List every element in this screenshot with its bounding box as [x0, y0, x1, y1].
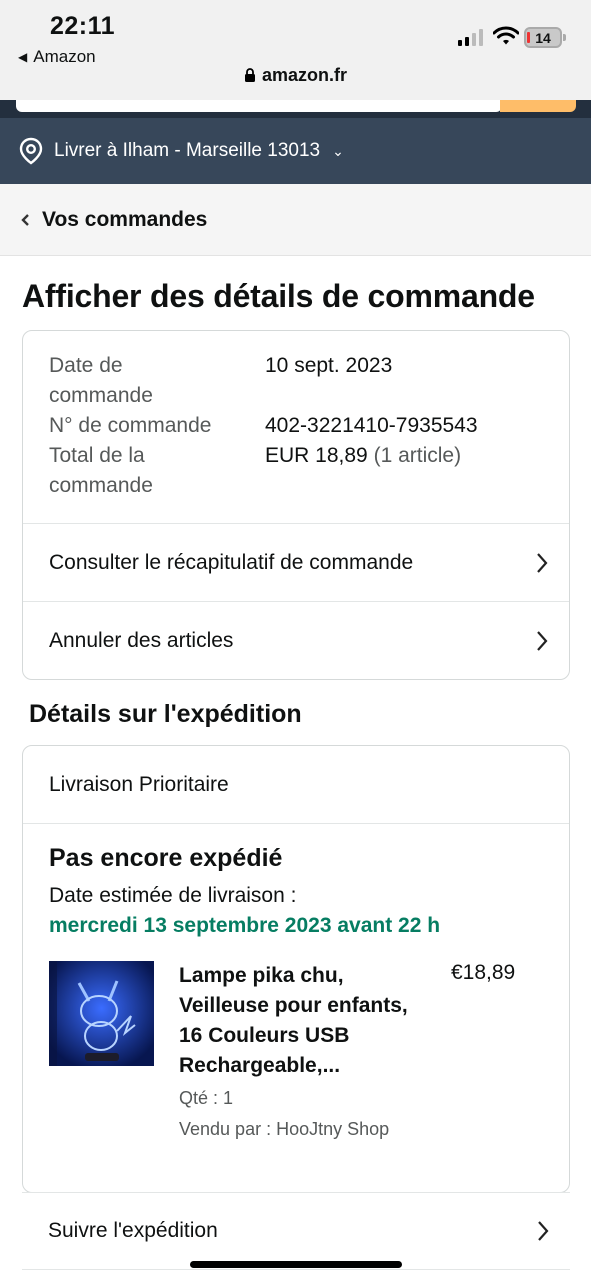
order-total-row: Total de la commande EUR 18,89 (1 articl…: [49, 441, 543, 501]
estimated-delivery-date: mercredi 13 septembre 2023 avant 22 h: [49, 914, 441, 937]
url-text: amazon.fr: [261, 65, 348, 85]
order-item[interactable]: Lampe pika chu, Veilleuse pour enfants, …: [49, 961, 543, 1145]
wifi-icon: [493, 26, 519, 45]
item-title[interactable]: Lampe pika chu, Veilleuse pour enfants, …: [179, 961, 429, 1081]
item-seller: Vendu par : HooJtny Shop: [179, 1119, 390, 1139]
search-input[interactable]: [16, 100, 502, 112]
shipment-card: Livraison Prioritaire Pas encore expédié…: [22, 745, 570, 1193]
shipment-section-title: Détails sur l'expédition: [29, 700, 302, 728]
chevron-right-icon: [537, 630, 548, 651]
order-number-row: N° de commande 402-3221410-7935543: [49, 411, 543, 441]
shipping-method: Livraison Prioritaire: [23, 746, 569, 824]
battery-level: 14: [535, 29, 551, 46]
deliver-to-bar[interactable]: Livrer à Ilham - Marseille 13013 ⌄: [0, 118, 591, 184]
order-date-label: Date de commande: [49, 354, 153, 407]
order-total-value: EUR 18,89 (1 article): [265, 441, 461, 501]
chevron-left-icon: [21, 213, 29, 226]
back-triangle-icon: ◀: [18, 50, 28, 64]
cancel-items-link[interactable]: Annuler des articles: [23, 601, 569, 679]
total-item-count: (1 article): [373, 444, 462, 467]
search-button[interactable]: [500, 100, 576, 112]
status-time: 22:11: [50, 12, 116, 40]
home-indicator[interactable]: [190, 1261, 402, 1268]
chevron-right-icon: [538, 1221, 549, 1241]
page-title: Afficher des détails de commande: [22, 278, 535, 314]
battery-icon: 14: [524, 27, 566, 48]
order-summary-card: Date de commande 10 sept. 2023 N° de com…: [22, 330, 570, 680]
chevron-right-icon: [537, 552, 548, 573]
lock-icon: [244, 68, 255, 82]
order-date-value: 10 sept. 2023: [265, 354, 393, 377]
item-quantity: Qté : 1: [179, 1088, 234, 1108]
item-details: Lampe pika chu, Veilleuse pour enfants, …: [179, 961, 429, 1145]
order-summary-label: Consulter le récapitulatif de commande: [49, 550, 414, 574]
shipment-status-title: Pas encore expédié: [49, 844, 283, 872]
breadcrumb[interactable]: Vos commandes: [0, 184, 591, 256]
item-price: €18,89: [451, 961, 516, 984]
cancel-items-label: Annuler des articles: [49, 628, 234, 652]
order-info: Date de commande 10 sept. 2023 N° de com…: [23, 331, 569, 523]
order-number-value: 402-3221410-7935543: [265, 414, 478, 437]
status-bar: 22:11 ◀ Amazon 14 amazon.fr: [0, 0, 591, 100]
back-app-label: Amazon: [33, 47, 96, 66]
order-date-row: Date de commande 10 sept. 2023: [49, 351, 543, 411]
deliver-to-text: Livrer à Ilham - Marseille 13013: [54, 140, 321, 161]
pikachu-lamp-image: [49, 961, 154, 1066]
track-shipment-link[interactable]: Suivre l'expédition: [22, 1192, 570, 1270]
total-amount: EUR 18,89: [265, 444, 368, 467]
breadcrumb-label: Vos commandes: [42, 207, 208, 231]
cellular-signal-icon: [458, 28, 483, 46]
chevron-down-icon: ⌄: [332, 142, 344, 159]
track-shipment-label: Suivre l'expédition: [48, 1219, 218, 1242]
order-total-label: Total de la commande: [49, 444, 153, 497]
location-pin-icon: [19, 137, 43, 165]
url-bar[interactable]: amazon.fr: [0, 65, 591, 86]
search-bar-strip: [0, 100, 591, 118]
order-summary-link[interactable]: Consulter le récapitulatif de commande: [23, 523, 569, 601]
order-number-label: N° de commande: [49, 414, 212, 437]
shipment-status: Pas encore expédié Date estimée de livra…: [23, 824, 569, 1145]
estimated-delivery-label: Date estimée de livraison :: [49, 884, 297, 907]
back-to-app-link[interactable]: ◀ Amazon: [18, 47, 96, 67]
product-image[interactable]: [49, 961, 154, 1066]
